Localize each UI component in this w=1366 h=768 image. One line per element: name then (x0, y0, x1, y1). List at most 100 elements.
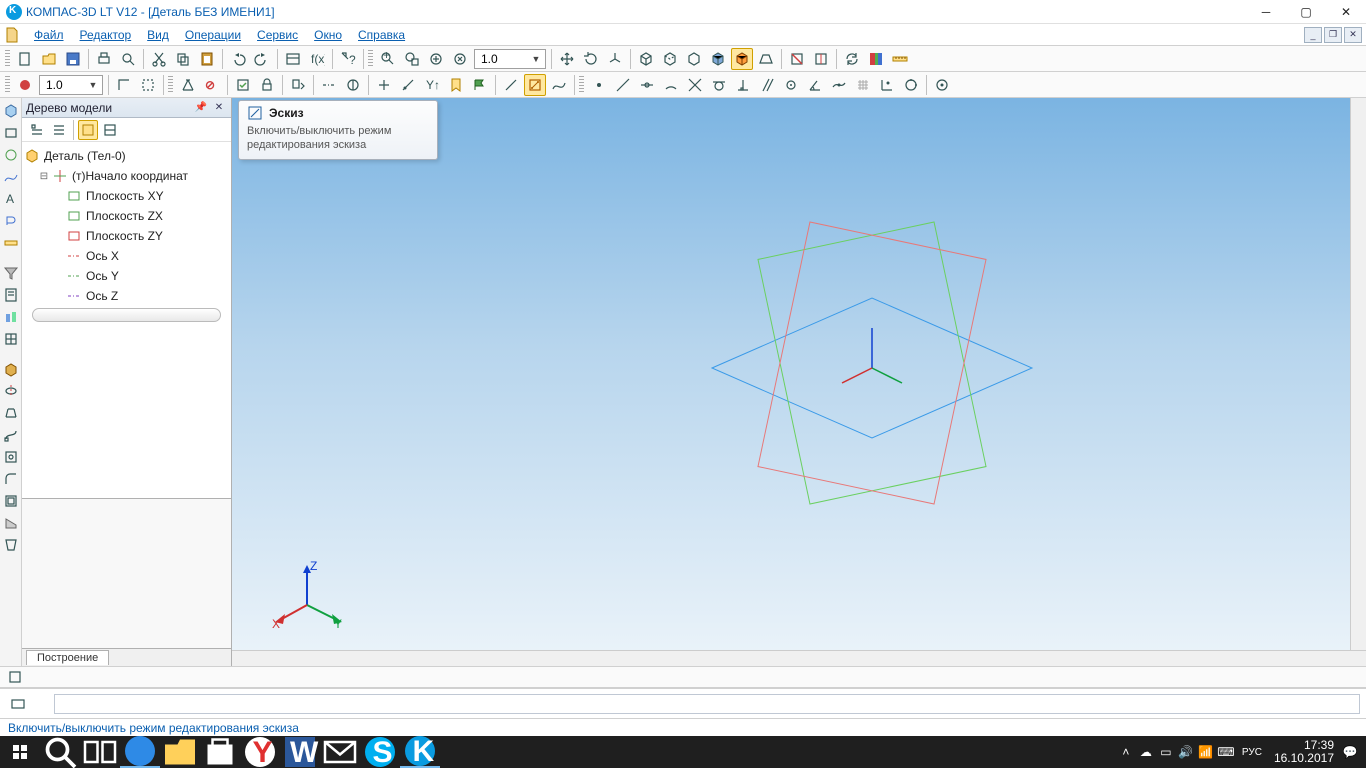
parallel-snap-button[interactable] (756, 74, 778, 96)
cut-button[interactable] (148, 48, 170, 70)
menu-view[interactable]: Вид (139, 26, 177, 44)
dropdown-icon[interactable]: ▼ (529, 54, 543, 64)
step-input[interactable] (42, 78, 86, 92)
tray-up-icon[interactable]: ˄ (1116, 736, 1136, 768)
zoom-prev-button[interactable] (449, 48, 471, 70)
refresh-button[interactable] (841, 48, 863, 70)
extra3-button[interactable]: Y↑ (421, 74, 443, 96)
extra2-button[interactable] (397, 74, 419, 96)
remember-button[interactable] (445, 74, 467, 96)
skype-app[interactable]: S (360, 736, 400, 768)
step-combo[interactable]: ▼ (39, 75, 103, 95)
window-minimize-button[interactable]: ─ (1246, 0, 1286, 24)
surface-panel-button[interactable] (1, 123, 21, 143)
hidden-lines-button[interactable] (659, 48, 681, 70)
fillet-button[interactable] (1, 469, 21, 489)
tree-mode3-button[interactable] (78, 120, 98, 140)
rib-button[interactable] (1, 513, 21, 533)
center-snap-button[interactable] (780, 74, 802, 96)
redo-button[interactable] (251, 48, 273, 70)
rotate-button[interactable] (580, 48, 602, 70)
perspective-button[interactable] (755, 48, 777, 70)
print-button[interactable] (93, 48, 115, 70)
pan-button[interactable] (556, 48, 578, 70)
ortho-button[interactable] (113, 74, 135, 96)
preview-button[interactable] (117, 48, 139, 70)
tray-clock[interactable]: 17:39 16.10.2017 (1268, 739, 1340, 765)
word-app[interactable]: W (280, 736, 320, 768)
store-app[interactable] (200, 736, 240, 768)
viewport-vscroll[interactable] (1350, 98, 1366, 650)
tree-origin[interactable]: ⊟ (т)Начало координат (24, 166, 229, 186)
new-button[interactable] (14, 48, 36, 70)
hole-button[interactable] (1, 447, 21, 467)
tree-plane-zy[interactable]: Плоскость ZY (24, 226, 229, 246)
snap-button[interactable] (137, 74, 159, 96)
lock-button[interactable] (256, 74, 278, 96)
shell-button[interactable] (1, 491, 21, 511)
tree-root[interactable]: Деталь (Тел-0) (24, 146, 229, 166)
extra1-button[interactable] (373, 74, 395, 96)
help-arrow-button[interactable]: ? (337, 48, 359, 70)
properties-button[interactable] (282, 48, 304, 70)
snap-settings-button[interactable] (931, 74, 953, 96)
finish-button[interactable] (469, 74, 491, 96)
toolbar-grip[interactable] (368, 50, 373, 68)
coord-snap-button[interactable] (876, 74, 898, 96)
menu-operations[interactable]: Операции (177, 26, 249, 44)
copy-props-button[interactable] (287, 74, 309, 96)
quadrant-snap-button[interactable] (900, 74, 922, 96)
axial-lines-button[interactable] (318, 74, 340, 96)
panel-pin-button[interactable]: 📌 (193, 100, 209, 116)
intersect-snap-button[interactable] (684, 74, 706, 96)
revolve-button[interactable] (1, 381, 21, 401)
sketch-button[interactable] (524, 74, 546, 96)
line-snap-button[interactable] (612, 74, 634, 96)
reports-button[interactable] (1, 307, 21, 327)
zoom-window-button[interactable]: + (377, 48, 399, 70)
menu-window[interactable]: Окно (306, 26, 350, 44)
tangent-snap-button[interactable] (708, 74, 730, 96)
tray-battery-icon[interactable]: ▭ (1156, 736, 1176, 768)
interrupt-button[interactable]: ⊘ (201, 74, 223, 96)
sweep-button[interactable] (1, 425, 21, 445)
aux-geom-button[interactable] (1, 145, 21, 165)
param-panel-button[interactable] (1, 211, 21, 231)
mid-snap-button[interactable] (636, 74, 658, 96)
mdi-minimize-button[interactable]: _ (1304, 27, 1322, 43)
menu-editor[interactable]: Редактор (72, 26, 140, 44)
mail-app[interactable] (320, 736, 360, 768)
prop-button[interactable] (5, 667, 25, 687)
mdi-restore-button[interactable]: ❐ (1324, 27, 1342, 43)
3d-viewport[interactable]: Эскиз Включить/выключить режим редактиро… (232, 98, 1350, 650)
window-maximize-button[interactable]: ▢ (1286, 0, 1326, 24)
menu-file[interactable]: Файл (26, 26, 72, 44)
variables-button[interactable]: f(x) (306, 48, 328, 70)
elements-button[interactable] (1, 329, 21, 349)
tray-network-icon[interactable]: 📶 (1196, 736, 1216, 768)
tree-mode4-button[interactable] (100, 120, 120, 140)
search-button[interactable] (40, 736, 80, 768)
edge-button[interactable] (500, 74, 522, 96)
create-button[interactable] (177, 74, 199, 96)
mode-tab-build[interactable]: Построение (26, 650, 109, 665)
zoom-input[interactable] (477, 52, 529, 66)
copy-button[interactable] (172, 48, 194, 70)
shaded-button[interactable] (707, 48, 729, 70)
measure-panel-button[interactable] (1, 233, 21, 253)
stop-button[interactable] (14, 74, 36, 96)
tree-axis-y[interactable]: Ось Y (24, 266, 229, 286)
edit-panel-button[interactable] (1, 101, 21, 121)
tray-notifications-icon[interactable]: 💬 (1340, 736, 1360, 768)
filter-button[interactable] (1, 263, 21, 283)
spline-tool-button[interactable] (548, 74, 570, 96)
wireframe-view-button[interactable] (635, 48, 657, 70)
open-button[interactable] (38, 48, 60, 70)
paste-button[interactable] (196, 48, 218, 70)
no-hidden-button[interactable] (683, 48, 705, 70)
angle-snap-button[interactable] (804, 74, 826, 96)
grid-snap-button[interactable] (852, 74, 874, 96)
tree-plane-xy[interactable]: Плоскость XY (24, 186, 229, 206)
viewport-hscroll[interactable] (232, 650, 1366, 666)
orient-button[interactable] (604, 48, 626, 70)
